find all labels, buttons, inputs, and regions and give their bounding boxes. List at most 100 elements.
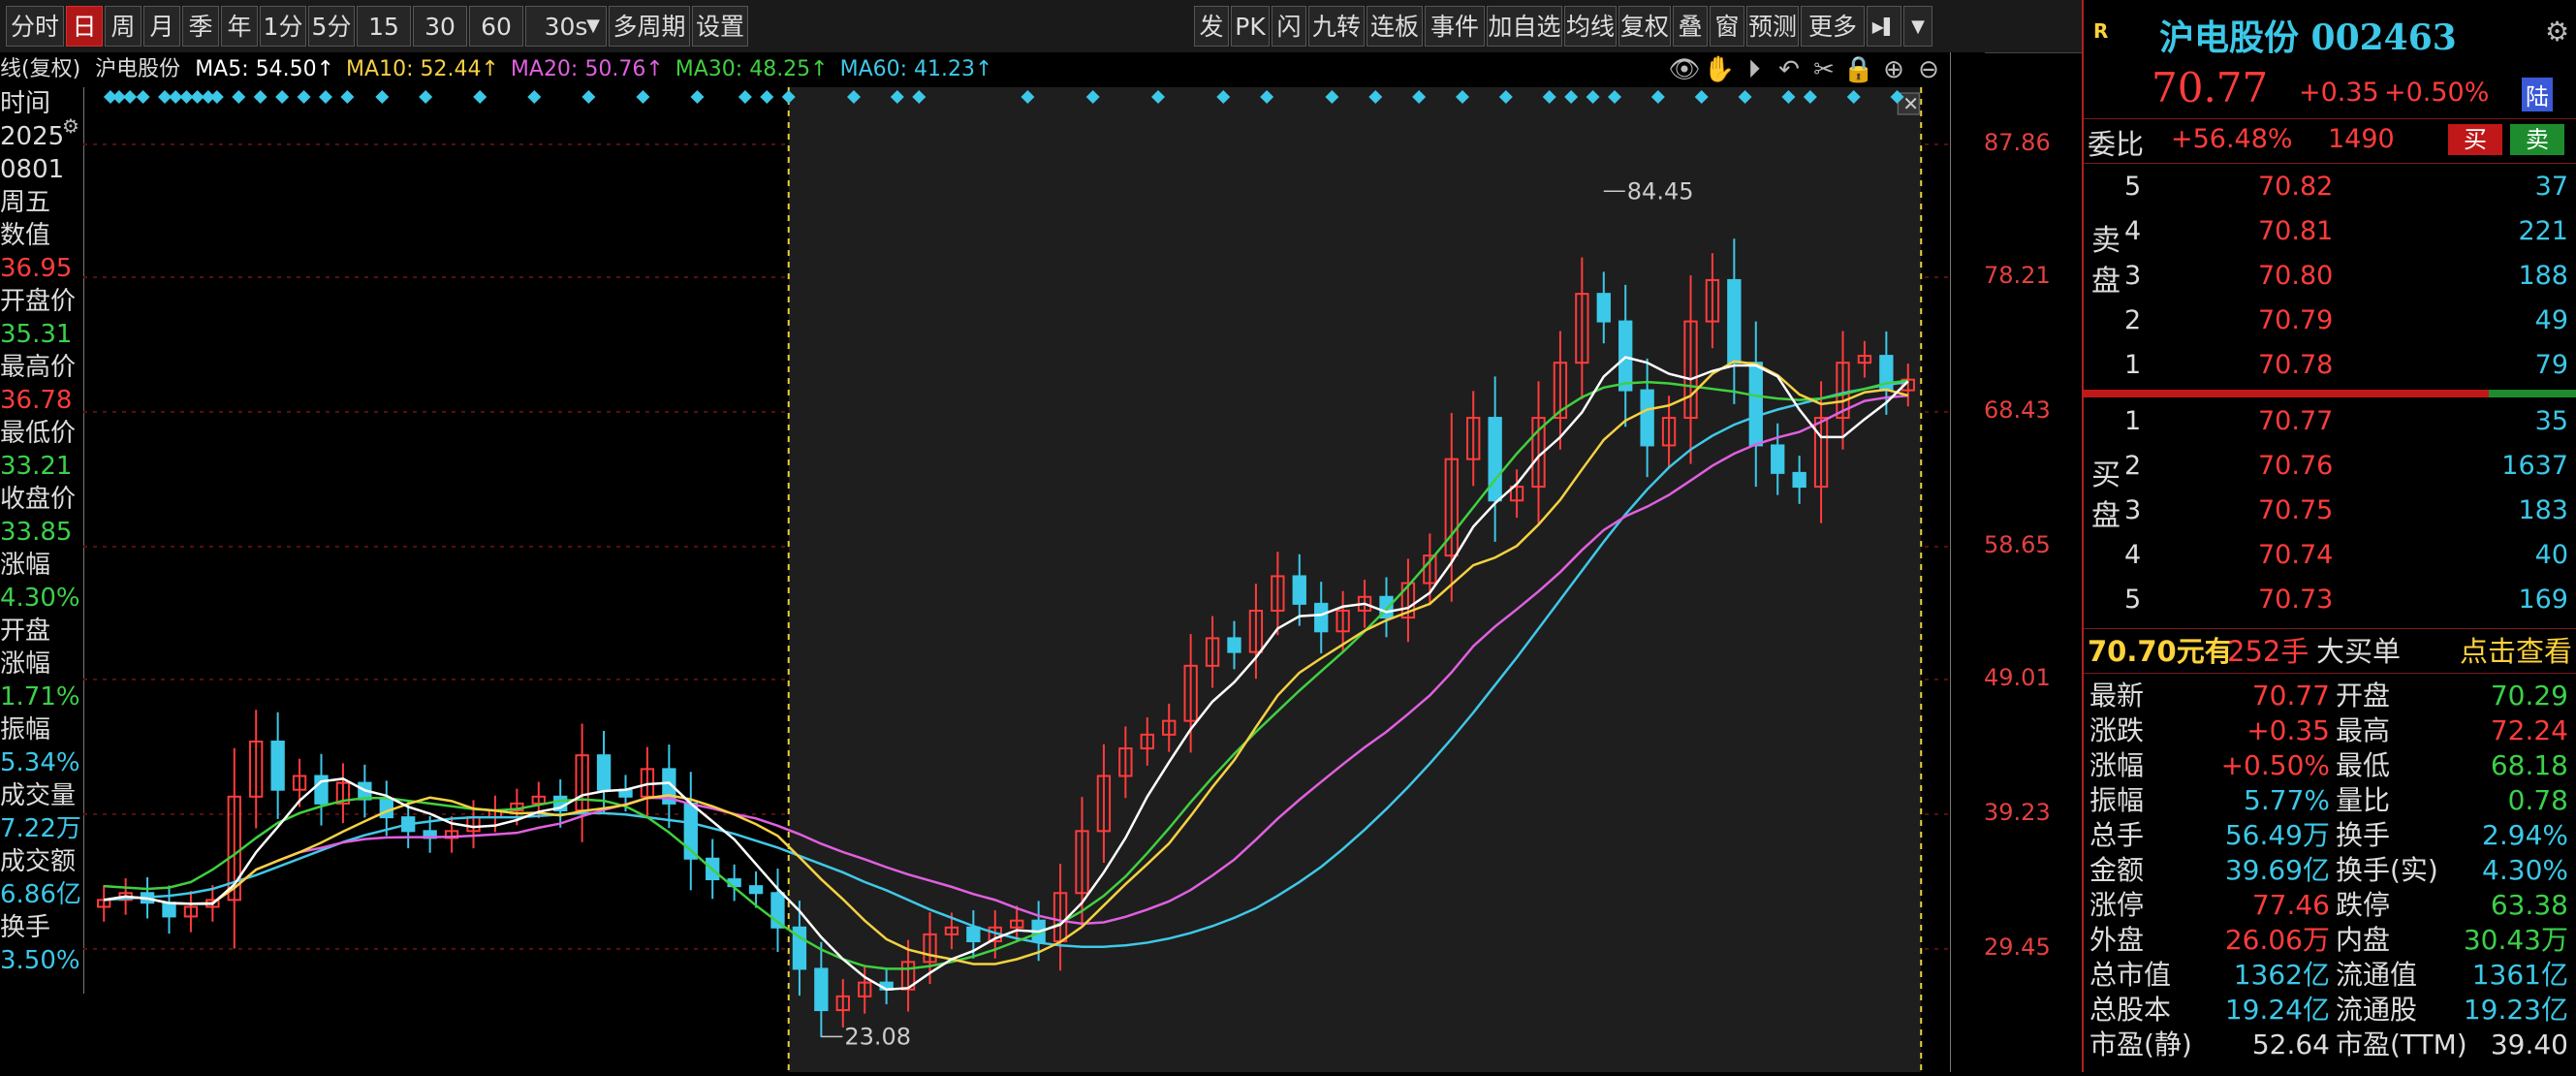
event-marker-16[interactable] [375, 90, 390, 104]
undo-icon[interactable]: ↶ [1772, 52, 1806, 87]
eye-icon[interactable]: 👁 [1667, 52, 1702, 87]
info-row-24: 6.86亿 [0, 880, 81, 909]
expand-icon[interactable]: ▶▌ [1867, 6, 1901, 47]
sell-button[interactable]: 卖 [2510, 124, 2564, 155]
quote-row-2: 涨幅 +0.50% 最低 68.18 [2084, 748, 2576, 783]
period-tab-9[interactable]: 30分 [413, 6, 467, 81]
candle-body-69 [1596, 293, 1611, 323]
asks-level-5[interactable]: 5 70.82 37 [2084, 165, 2576, 209]
info-row-11: 33.21 [0, 452, 73, 481]
zoom-in-icon[interactable]: ⊕ [1876, 52, 1911, 87]
asks-level-4[interactable]: 4 70.81 221 [2084, 209, 2576, 254]
quote-k2: 开盘 [2336, 680, 2391, 712]
ma-legend-item-4: MA60: 41.23↑ [839, 57, 993, 81]
zoom-out-icon[interactable]: ⊖ [1911, 52, 1946, 87]
quote-v1: 70.77 [2251, 680, 2330, 712]
event-marker-22[interactable] [690, 90, 705, 104]
gear-icon[interactable]: ⚙ [2545, 16, 2569, 47]
tool-button-6[interactable]: 加自选 [1487, 6, 1562, 47]
bids-price: 70.74 [2258, 540, 2334, 570]
play-icon[interactable]: ⏵ [1737, 52, 1772, 87]
tool-button-5[interactable]: 事件 [1425, 6, 1485, 47]
event-marker-17[interactable] [419, 90, 433, 104]
period-tab-13[interactable]: 设置 [692, 6, 748, 47]
bids-level-3[interactable]: 3 70.75 183 [2084, 489, 2576, 533]
period-tab-6[interactable]: 1分 [260, 6, 306, 47]
period-tab-10[interactable]: 60分 [469, 6, 523, 81]
tool-button-2[interactable]: 闪 [1272, 6, 1306, 47]
adjust-mode-label[interactable]: 线(复权) [0, 57, 80, 81]
event-marker-14[interactable] [318, 90, 332, 104]
period-dropdown-icon[interactable]: ▼ [580, 6, 607, 47]
buy-button[interactable]: 买 [2448, 124, 2502, 155]
asks-volume: 37 [2534, 172, 2568, 202]
event-marker-10[interactable] [232, 90, 246, 104]
tool-button-1[interactable]: PK [1231, 6, 1270, 47]
selected-range[interactable] [788, 87, 1922, 1072]
tool-button-3[interactable]: 九转 [1308, 6, 1365, 47]
range-close-glyph[interactable]: ✕ [1902, 92, 1919, 115]
event-marker-12[interactable] [275, 90, 290, 104]
event-marker-13[interactable] [297, 90, 311, 104]
bids-level-5[interactable]: 5 70.73 169 [2084, 578, 2576, 622]
candle-body-30 [748, 885, 764, 895]
price-tick-5: 39.23 [1984, 798, 2051, 826]
period-tab-8[interactable]: 15分 [357, 6, 411, 81]
big-order-link[interactable]: 点击查看 [2460, 630, 2572, 673]
event-marker-21[interactable] [636, 90, 650, 104]
tool-button-11[interactable]: 预测 [1746, 6, 1799, 47]
asks-volume: 221 [2518, 216, 2568, 246]
big-order-vol: 252手 [2227, 635, 2309, 668]
period-tab-5[interactable]: 年 [221, 6, 258, 47]
bids-level-2[interactable]: 2 70.76 1637 [2084, 444, 2576, 489]
info-row-22: 7.22万 [0, 814, 81, 843]
lock-icon[interactable]: 🔒 [1841, 52, 1876, 87]
tool-button-7[interactable]: 均线 [1564, 6, 1617, 47]
kline-chart[interactable]: ✕ 84.45 23.08 [83, 87, 1948, 1072]
tool-button-9[interactable]: 叠 [1673, 6, 1708, 47]
bids-level-4[interactable]: 4 70.74 40 [2084, 533, 2576, 578]
info-row-20: 5.34% [0, 748, 80, 777]
scissors-icon[interactable]: ✂ [1806, 52, 1841, 87]
asks-volume: 188 [2518, 261, 2568, 291]
info-row-16: 开盘 [0, 617, 51, 646]
tool-button-4[interactable]: 连板 [1367, 6, 1423, 47]
event-marker-15[interactable] [340, 90, 355, 104]
quote-k2: 换手(实) [2336, 854, 2438, 886]
period-tab-7[interactable]: 5分 [308, 6, 355, 47]
tool-button-10[interactable]: 窗 [1710, 6, 1744, 47]
asks-level-1[interactable]: 1 70.78 79 [2084, 343, 2576, 388]
bids-level-1[interactable]: 1 70.77 35 [2084, 399, 2576, 444]
hand-icon[interactable]: ✋ [1702, 52, 1737, 87]
period-tab-0[interactable]: 分时 [6, 6, 64, 47]
event-marker-19[interactable] [527, 90, 542, 104]
event-marker-9[interactable] [209, 90, 224, 104]
asks-level-3[interactable]: 3 70.80 188 [2084, 254, 2576, 299]
quote-row-10: 市盈(静) 52.64 市盈(TTM) 39.40 [2084, 1028, 2576, 1062]
tool-button-8[interactable]: 复权 [1618, 6, 1671, 47]
period-tab-2[interactable]: 周 [105, 6, 141, 47]
event-marker-23[interactable] [738, 90, 752, 104]
period-tab-3[interactable]: 月 [143, 6, 180, 47]
quote-k1: 涨停 [2089, 889, 2145, 921]
stock-title[interactable]: 沪电股份 002463 [2159, 10, 2457, 60]
tool-button-12[interactable]: 更多 [1801, 6, 1865, 47]
period-tab-12[interactable]: 多周期 [609, 6, 690, 47]
event-marker-11[interactable] [253, 90, 267, 104]
event-marker-20[interactable] [581, 90, 596, 104]
quote-k1: 外盘 [2089, 924, 2145, 956]
event-marker-18[interactable] [473, 90, 487, 104]
more-dropdown-icon[interactable]: ▼ [1903, 6, 1932, 47]
kline-chart-svg[interactable]: ✕ 84.45 23.08 [83, 87, 1948, 1072]
quote-row-5: 金额 39.69亿 换手(实) 4.30% [2084, 853, 2576, 888]
event-marker-3[interactable] [136, 90, 150, 104]
asks-level-2[interactable]: 2 70.79 49 [2084, 299, 2576, 343]
event-marker-24[interactable] [760, 90, 774, 104]
info-row-9: 36.78 [0, 386, 73, 415]
event-marker-2[interactable] [123, 90, 138, 104]
period-tab-4[interactable]: 季 [182, 6, 219, 47]
period-tab-1[interactable]: 日 [66, 6, 103, 47]
tool-button-0[interactable]: 发 [1194, 6, 1229, 47]
weibi-label: 委比 [2088, 128, 2145, 161]
settings-gear-icon[interactable]: ⚙ [62, 114, 79, 138]
